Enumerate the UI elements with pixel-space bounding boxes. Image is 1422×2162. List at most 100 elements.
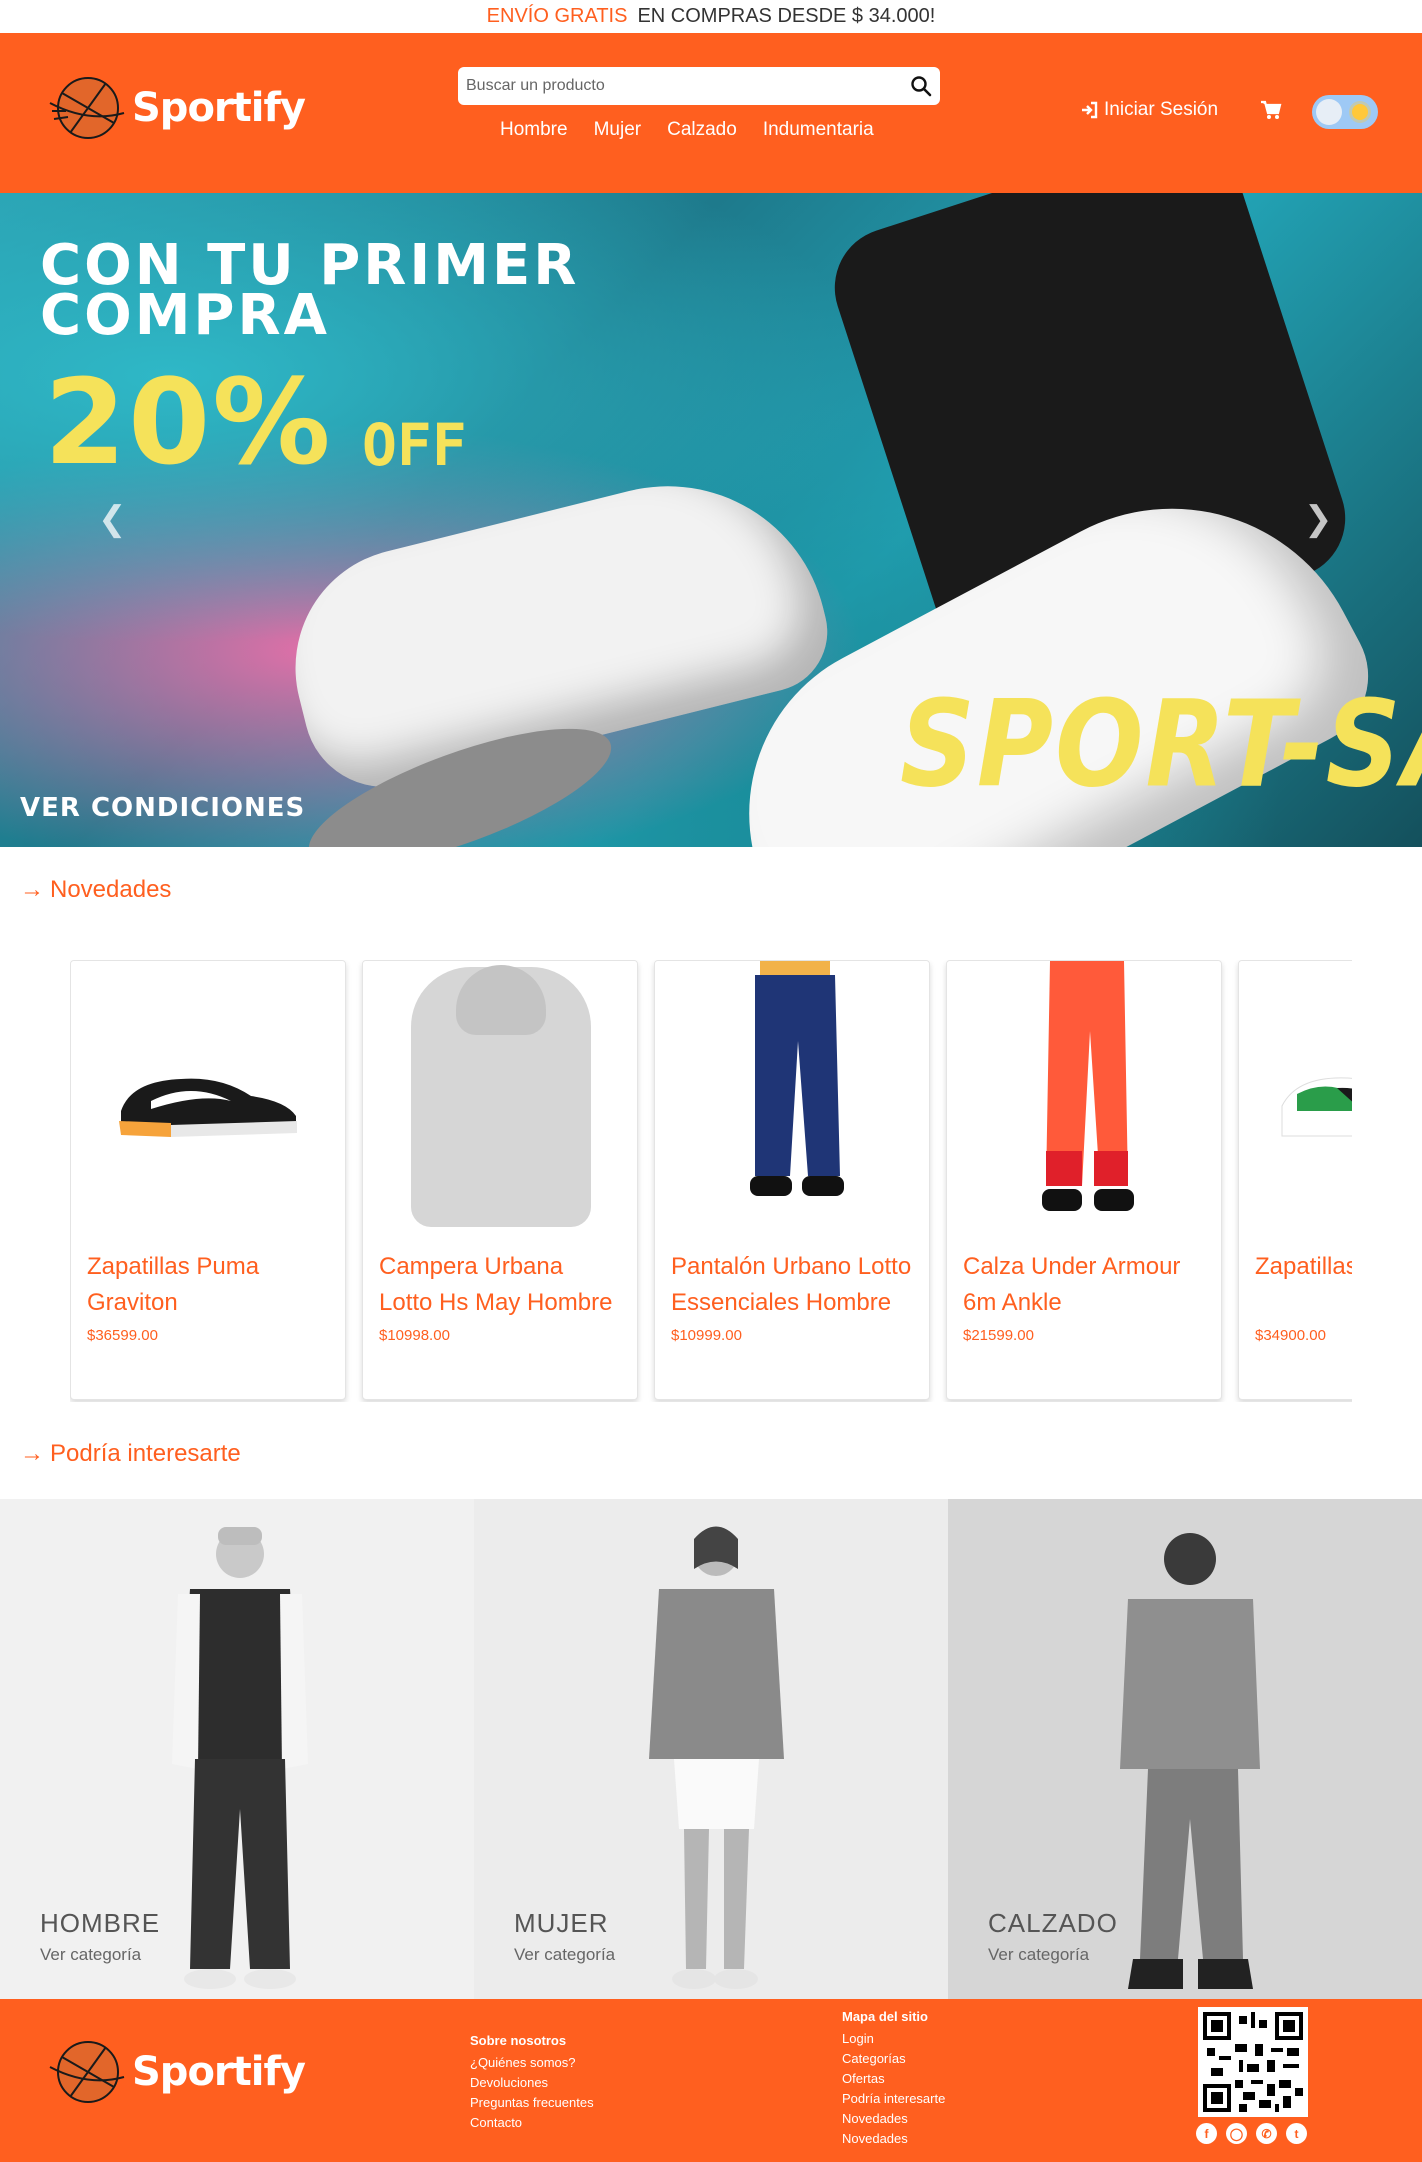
category-link[interactable]: Ver categoría	[514, 1945, 615, 1965]
pants-image	[750, 961, 844, 1196]
product-price: $34900.00	[1255, 1327, 1326, 1344]
promo-banner: ENVÍO GRATIS EN COMPRAS DESDE $ 34.000!	[0, 0, 1422, 33]
product-name: Zapatillas Rebound	[1255, 1253, 1352, 1280]
youth-figure-image	[1120, 1533, 1260, 1989]
search-icon[interactable]	[910, 75, 932, 97]
qr-code-icon	[1198, 2007, 1308, 2117]
woman-figure-image	[649, 1526, 784, 1989]
footer-link[interactable]: Ofertas	[842, 2069, 945, 2089]
product-card[interactable]: Calza Under Armour 6m Ankle $21599.00	[946, 960, 1222, 1400]
product-image	[1239, 961, 1352, 1241]
footer-link[interactable]: Login	[842, 2029, 945, 2049]
product-card[interactable]: Zapatillas Puma Graviton $36599.00	[70, 960, 346, 1400]
search-box[interactable]	[458, 67, 940, 105]
qr-code-graphic	[1203, 2012, 1303, 2112]
site-footer: Sportify Sobre nosotros ¿Quiénes somos? …	[0, 1999, 1422, 2162]
toggle-knob	[1316, 99, 1342, 125]
arrow-icon: →	[20, 1440, 44, 1467]
product-name: Zapatillas Puma Graviton	[87, 1253, 260, 1316]
product-image	[655, 961, 929, 1241]
arrow-icon: →	[20, 876, 44, 903]
product-name: Campera Urbana Lotto Hs May Hombre	[379, 1253, 613, 1316]
basketball-icon	[49, 2041, 125, 2103]
hoodie-image	[411, 965, 591, 1227]
footer-link[interactable]: Categorías	[842, 2049, 945, 2069]
login-label: Iniciar Sesión	[1104, 99, 1219, 120]
carousel-next-icon[interactable]: ❯	[1304, 499, 1333, 539]
footer-link[interactable]: Preguntas frecuentes	[470, 2093, 594, 2113]
man-figure-image	[172, 1527, 308, 1989]
section-novedades: → Novedades	[20, 876, 171, 904]
sneaker-image	[119, 1078, 297, 1137]
category-label: MUJER	[514, 1908, 609, 1938]
products-carousel: Zapatillas Puma Graviton $36599.00 Campe…	[70, 960, 1352, 1402]
sun-icon	[1352, 104, 1368, 120]
footer-link[interactable]: Novedades	[842, 2109, 945, 2129]
cart-icon[interactable]	[1260, 99, 1282, 121]
product-card[interactable]: Campera Urbana Lotto Hs May Hombre $1099…	[362, 960, 638, 1400]
facebook-icon[interactable]: f	[1196, 2123, 1217, 2144]
hero-off: OFF	[362, 411, 467, 479]
footer-col-title: Sobre nosotros	[470, 2033, 567, 2048]
promo-accent: ENVÍO GRATIS	[486, 5, 628, 27]
nav-hombre[interactable]: Hombre	[500, 119, 568, 141]
theme-toggle[interactable]	[1312, 95, 1378, 129]
category-label: CALZADO	[988, 1908, 1118, 1938]
hero-sport-sale: SPORT-SALE	[900, 673, 1422, 815]
product-name: Calza Under Armour 6m Ankle	[963, 1253, 1181, 1316]
twitter-icon[interactable]: t	[1286, 2123, 1307, 2144]
product-price: $10999.00	[671, 1327, 742, 1344]
promo-text: EN COMPRAS DESDE $ 34.000!	[637, 5, 936, 27]
category-label: HOMBRE	[40, 1908, 161, 1938]
hero-conditions-link[interactable]: VER CONDICIONES	[20, 793, 305, 823]
category-link[interactable]: Ver categoría	[988, 1945, 1089, 1965]
nav-calzado[interactable]: Calzado	[667, 119, 737, 141]
brand-name: Sportify	[132, 85, 306, 131]
hero-percent: 20%	[44, 353, 333, 491]
product-price: $21599.00	[963, 1327, 1034, 1344]
hero-line2: COMPRA	[40, 283, 330, 348]
footer-col-sitemap: Mapa del sitio Login Categorías Ofertas …	[842, 2007, 945, 2149]
category-calzado[interactable]: CALZADO Ver categoría	[948, 1499, 1422, 1999]
product-card[interactable]: Pantalón Urbano Lotto Essenciales Hombre…	[654, 960, 930, 1400]
instagram-icon[interactable]: ◯	[1226, 2123, 1247, 2144]
sign-in-icon	[1082, 101, 1098, 119]
footer-link[interactable]: Contacto	[470, 2113, 594, 2133]
footer-link[interactable]: Novedades	[842, 2129, 945, 2149]
footer-link[interactable]: ¿Quiénes somos?	[470, 2053, 594, 2073]
category-tiles: HOMBRE Ver categoría MUJER Ver categoría…	[0, 1499, 1422, 1999]
product-image	[71, 961, 345, 1241]
product-name: Pantalón Urbano Lotto Essenciales Hombre	[671, 1253, 912, 1316]
search-input[interactable]	[466, 77, 910, 95]
footer-col-about: Sobre nosotros ¿Quiénes somos? Devolucio…	[470, 2031, 594, 2133]
nav-mujer[interactable]: Mujer	[594, 119, 642, 141]
sneaker-image	[1281, 1077, 1352, 1137]
footer-link[interactable]: Devoluciones	[470, 2073, 594, 2093]
category-link[interactable]: Ver categoría	[40, 1945, 141, 1965]
hero-headline: CON TU PRIMER COMPRA	[40, 238, 579, 348]
whatsapp-icon[interactable]: ✆	[1256, 2123, 1277, 2144]
site-header: Sportify Hombre Mujer Calzado Indumentar…	[0, 33, 1422, 193]
footer-brand-name: Sportify	[132, 2049, 306, 2095]
social-links: f ◯ ✆ t	[1196, 2123, 1307, 2144]
main-nav: Hombre Mujer Calzado Indumentaria	[500, 119, 874, 141]
leggings-image	[1042, 961, 1134, 1211]
category-mujer[interactable]: MUJER Ver categoría	[474, 1499, 948, 1999]
brand-logo[interactable]: Sportify	[48, 73, 306, 143]
product-price: $36599.00	[87, 1327, 158, 1344]
footer-logo[interactable]: Sportify	[48, 2037, 306, 2107]
section-interes-title: Podría interesarte	[50, 1440, 241, 1467]
product-price: $10998.00	[379, 1327, 450, 1344]
nav-indumentaria[interactable]: Indumentaria	[763, 119, 874, 141]
carousel-prev-icon[interactable]: ❮	[98, 499, 127, 539]
basketball-icon	[49, 77, 125, 139]
section-interes: → Podría interesarte	[20, 1440, 241, 1468]
login-button[interactable]: Iniciar Sesión	[1080, 99, 1218, 121]
product-image	[947, 961, 1221, 1241]
hero-carousel[interactable]: CON TU PRIMER COMPRA 20% OFF SPORT-SALE …	[0, 193, 1422, 847]
product-card[interactable]: Zapatillas Rebound $34900.00	[1238, 960, 1352, 1400]
footer-col-title: Mapa del sitio	[842, 2009, 928, 2024]
footer-link[interactable]: Podría interesarte	[842, 2089, 945, 2109]
section-novedades-title: Novedades	[50, 876, 172, 903]
category-hombre[interactable]: HOMBRE Ver categoría	[0, 1499, 474, 1999]
